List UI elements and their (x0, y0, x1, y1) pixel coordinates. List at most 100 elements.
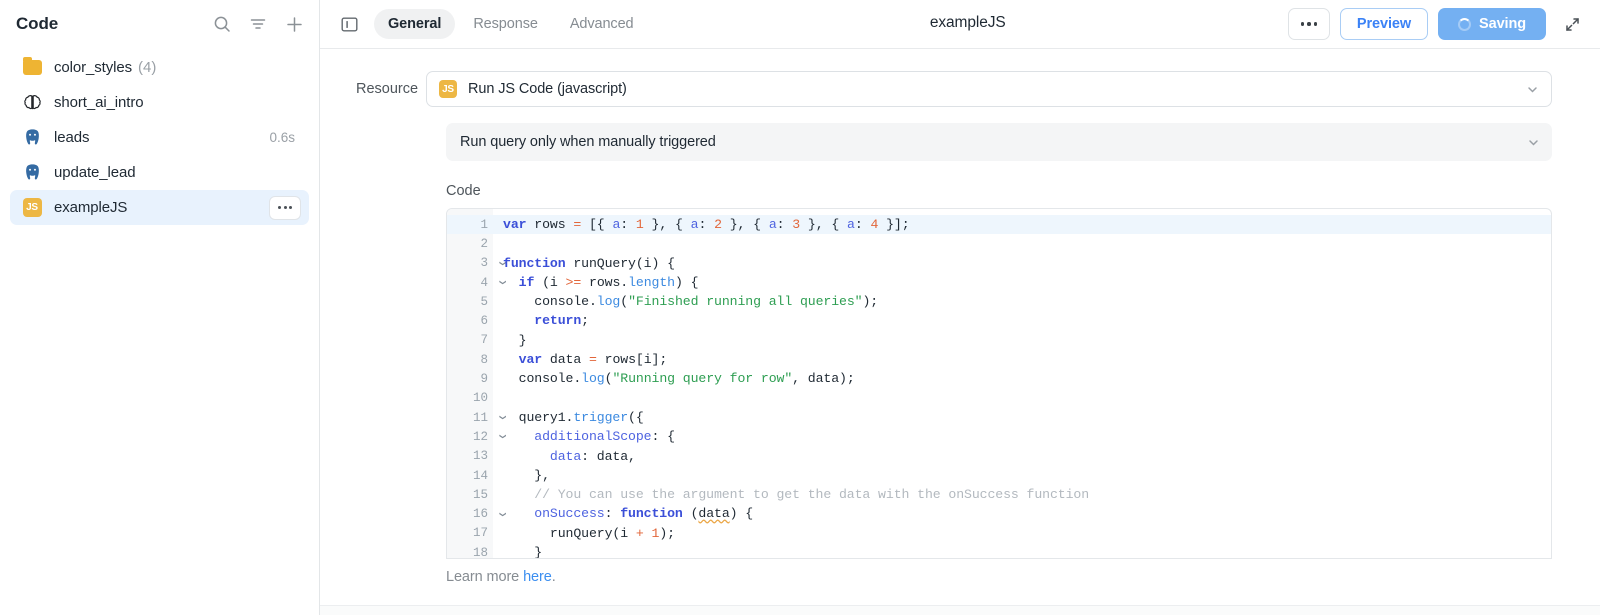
line-number: 15 (472, 487, 488, 502)
code-line: onSuccess: function (data) { (534, 506, 754, 522)
sidebar-item-list: color_styles (4) short_ai_intro leads 0.… (0, 48, 319, 225)
search-icon[interactable] (211, 13, 233, 35)
trigger-select[interactable]: Run query only when manually triggered (446, 123, 1552, 161)
chevron-down-icon (1527, 136, 1540, 149)
js-icon: JS (22, 198, 42, 218)
line-number: 13 (472, 449, 488, 464)
postgres-icon (22, 128, 42, 148)
code-text-area[interactable]: var rows = [{ a: 1 }, { a: 2 }, { a: 3 }… (493, 209, 1551, 558)
code-line: return; (534, 313, 589, 329)
save-button-label: Saving (1479, 16, 1526, 32)
code-line: data: data, (549, 448, 636, 464)
more-options-button[interactable] (1287, 8, 1330, 40)
title-area: exampleJS (648, 14, 1288, 34)
sidebar-actions (211, 13, 305, 35)
line-number: 12 ❯ (472, 429, 507, 444)
line-number: 5 (480, 294, 488, 309)
sidebar-item-label: color_styles (54, 59, 132, 76)
line-number: 7 (480, 333, 488, 348)
learn-more-link[interactable]: here (523, 569, 552, 585)
code-line: query1.trigger({ (503, 409, 644, 425)
filter-icon[interactable] (247, 13, 269, 35)
sidebar-item-short-ai-intro[interactable]: short_ai_intro (10, 85, 309, 120)
line-number: 2 (480, 236, 488, 251)
line-number: 6 (480, 314, 488, 329)
line-number: 18 (472, 545, 488, 559)
trigger-select-value: Run query only when manually triggered (460, 134, 716, 150)
line-number: 3 ❯ (480, 256, 507, 271)
line-number: 11 ❯ (472, 410, 507, 425)
expand-icon[interactable] (1558, 10, 1586, 38)
code-section: Code 1 2 3 ❯ 4 ❯ 5 6 7 8 9 10 11 ❯ 12 ❯ 13 14 15 16 ❯ 17 18 va… (320, 161, 1600, 559)
resource-select[interactable]: JS Run JS Code (javascript) (426, 71, 1552, 107)
code-line: } (503, 545, 543, 558)
main-panel: General Response Advanced exampleJS Prev… (320, 0, 1600, 615)
app-window: Code color_styles (4) short_ai_intro lea… (0, 0, 1600, 615)
learn-more-suffix: . (551, 569, 556, 585)
code-line: console.log("Running query for row", dat… (503, 371, 855, 387)
code-label: Code (446, 183, 481, 199)
line-number: 16 ❯ (472, 507, 507, 522)
sidebar-item-leads[interactable]: leads 0.6s (10, 120, 309, 155)
line-number: 8 (480, 352, 488, 367)
toolbar: General Response Advanced exampleJS Prev… (320, 0, 1600, 49)
tab-general[interactable]: General (374, 9, 456, 39)
chevron-down-icon (1526, 83, 1539, 96)
code-line: runQuery(i + 1); (503, 525, 675, 541)
sidebar: Code color_styles (4) short_ai_intro lea… (0, 0, 320, 615)
resource-row: Resource JS Run JS Code (javascript) (320, 49, 1600, 107)
js-badge-label: JS (22, 198, 42, 217)
learn-more-prefix: Learn more (446, 569, 524, 585)
add-icon[interactable] (283, 13, 305, 35)
sidebar-item-count: (4) (138, 59, 157, 76)
line-number: 17 (472, 526, 488, 541)
folder-icon (22, 57, 42, 78)
brain-icon (22, 93, 42, 113)
code-line: additionalScope: { (534, 429, 675, 445)
code-editor[interactable]: 1 2 3 ❯ 4 ❯ 5 6 7 8 9 10 11 ❯ 12 ❯ 13 14 15 16 ❯ 17 18 var row… (446, 208, 1552, 559)
code-line: console.log("Finished running all querie… (503, 294, 879, 310)
sidebar-item-label: exampleJS (54, 199, 128, 216)
code-line: var rows = [{ a: 1 }, { a: 2 }, { a: 3 }… (493, 215, 1551, 235)
tab-response[interactable]: Response (459, 9, 552, 39)
js-icon: JS (439, 80, 457, 98)
sidebar-item-examplejs[interactable]: JS exampleJS (10, 190, 309, 225)
loading-spinner-icon (1458, 17, 1472, 31)
line-number: 4 ❯ (480, 275, 507, 290)
line-number: 10 (472, 391, 488, 406)
form-content: Resource JS Run JS Code (javascript) Run… (320, 49, 1600, 615)
sidebar-title: Code (16, 14, 59, 33)
postgres-icon (22, 163, 42, 183)
sidebar-item-label: leads (54, 129, 90, 146)
sidebar-item-more-button[interactable] (269, 195, 301, 220)
save-button[interactable]: Saving (1438, 8, 1546, 40)
tab-bar: General Response Advanced (374, 9, 648, 39)
trigger-row: Run query only when manually triggered (320, 107, 1600, 161)
sidebar-item-label: short_ai_intro (54, 94, 144, 111)
bottom-bar (320, 605, 1600, 615)
resource-label: Resource (356, 81, 419, 97)
code-line: if (i >= rows.length) { (518, 274, 699, 290)
learn-more-text: Learn more here. (320, 559, 1600, 605)
sidebar-item-update-lead[interactable]: update_lead (10, 155, 309, 190)
sidebar-header: Code (0, 0, 319, 48)
line-number-gutter: 1 2 3 ❯ 4 ❯ 5 6 7 8 9 10 11 ❯ 12 ❯ 13 14 15 16 ❯ 17 18 (447, 209, 507, 559)
panel-toggle-icon[interactable] (334, 10, 364, 38)
page-title: exampleJS (929, 14, 1006, 31)
line-number: 14 (472, 468, 488, 483)
line-number: 1 (447, 215, 493, 235)
sidebar-item-runtime: 0.6s (269, 130, 295, 145)
code-line: var data = rows[i]; (518, 352, 668, 368)
code-line: }, (503, 467, 550, 483)
code-line: // You can use the argument to get the d… (503, 487, 1090, 503)
tab-advanced[interactable]: Advanced (556, 9, 648, 39)
code-line: function runQuery(i) { (503, 255, 675, 271)
sidebar-item-color-styles[interactable]: color_styles (4) (10, 50, 309, 85)
sidebar-item-label: update_lead (54, 164, 136, 181)
preview-button[interactable]: Preview (1339, 8, 1429, 40)
code-line: } (503, 332, 527, 348)
line-number: 9 (480, 372, 488, 387)
toolbar-actions: Preview Saving (1287, 8, 1586, 40)
